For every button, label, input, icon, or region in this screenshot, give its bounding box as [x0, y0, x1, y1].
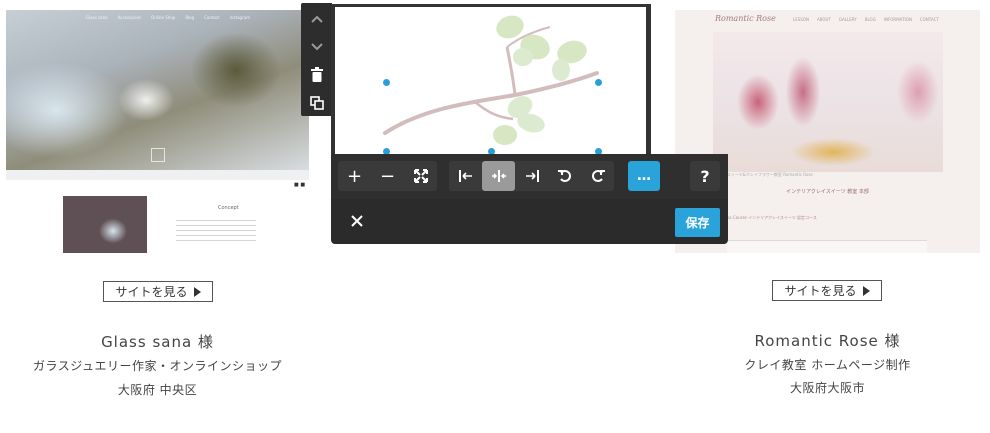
delete-button[interactable] — [301, 61, 332, 88]
save-button[interactable]: 保存 — [675, 208, 720, 237]
image-toolbar: + − … ? 保存 — [331, 154, 728, 244]
align-right-button[interactable] — [515, 161, 548, 191]
toolbar-actions-row: + − … ? — [331, 154, 728, 199]
resize-handle[interactable] — [383, 79, 390, 86]
concept-heading: Concept — [218, 205, 239, 211]
chevron-up-icon — [310, 15, 323, 23]
nav-item: Online Shop — [151, 15, 176, 20]
nav-item: Blog — [185, 15, 195, 20]
nav-item: INFORMATION — [883, 17, 912, 22]
client-location: 大阪府 中央区 — [117, 383, 198, 397]
concept-section: Concept — [6, 180, 309, 253]
client-description: ガラスジュエリー作家・オンラインショップ — [33, 359, 282, 373]
play-arrow-icon — [193, 286, 201, 297]
chevron-down-icon — [310, 42, 323, 50]
image-editor-frame — [331, 4, 651, 156]
nav-item: Accessories — [117, 15, 142, 20]
move-down-button[interactable] — [301, 33, 332, 60]
nav-item: LESSON — [793, 17, 809, 22]
client-name: Glass sana 様 — [101, 333, 214, 351]
undo-button[interactable] — [548, 161, 581, 191]
zoom-group: + − — [338, 161, 437, 191]
duplicate-button[interactable] — [301, 89, 332, 116]
glass-sana-screenshot[interactable]: Glass sana Accessories Online Shop Blog … — [6, 10, 309, 253]
close-icon — [351, 215, 363, 227]
hero-caption: クレイスイーツ&クレイフラワー教室 Romantic Rose — [715, 172, 813, 177]
move-up-button[interactable] — [301, 5, 332, 32]
block-side-toolbar — [301, 3, 332, 116]
image-canvas[interactable] — [335, 7, 646, 156]
client-description: クレイ教室 ホームページ制作 — [744, 358, 911, 372]
help-button[interactable]: ? — [690, 161, 720, 191]
align-center-button[interactable] — [482, 161, 515, 191]
zoom-out-button[interactable]: − — [371, 161, 404, 191]
view-site-button-glass-sana[interactable]: サイトを見る — [103, 281, 213, 302]
redo-button[interactable] — [581, 161, 614, 191]
site-nav: Glass sana Accessories Online Shop Blog … — [86, 15, 250, 20]
nav-item: Glass sana — [86, 15, 108, 20]
site-nav: LESSON ABOUT GALLERY BLOG INFORMATION CO… — [793, 17, 939, 22]
expand-icon — [413, 169, 428, 183]
align-right-icon — [525, 170, 539, 182]
nav-item: Contact — [204, 15, 220, 20]
hero-image — [713, 32, 943, 172]
hero-image: Glass sana Accessories Online Shop Blog … — [6, 10, 309, 170]
align-left-icon — [458, 170, 472, 182]
nav-item: BLOG — [864, 17, 876, 22]
more-options-button[interactable]: … — [628, 161, 660, 191]
product-photo — [63, 196, 147, 253]
undo-icon — [557, 170, 571, 182]
align-group — [449, 161, 614, 191]
content-box — [727, 240, 927, 253]
fit-button[interactable] — [404, 161, 437, 191]
nav-item: GALLERY — [838, 17, 857, 22]
copy-icon — [309, 95, 324, 110]
client-location: 大阪府大阪市 — [789, 381, 865, 395]
align-left-button[interactable] — [449, 161, 482, 191]
nav-item: Instagram — [229, 15, 251, 20]
site-logo-icon — [151, 148, 165, 162]
play-arrow-icon — [862, 285, 870, 296]
section-subheading: Diploma Course インテリアクレイスイーツ 認定コース — [715, 215, 817, 220]
view-site-button-romantic-rose[interactable]: サイトを見る — [772, 280, 882, 301]
resize-handle[interactable] — [595, 79, 602, 86]
social-icons: ■ ■ — [294, 182, 306, 188]
nav-item: CONTACT — [919, 17, 939, 22]
client-name: Romantic Rose 様 — [754, 332, 901, 350]
site-logo: Romantic Rose — [715, 14, 776, 23]
view-site-label: サイトを見る — [784, 284, 857, 298]
view-site-label: サイトを見る — [115, 285, 188, 299]
text-lines — [176, 220, 256, 245]
zoom-in-button[interactable]: + — [338, 161, 371, 191]
close-button[interactable] — [346, 210, 368, 232]
trash-icon — [310, 67, 323, 82]
nav-item: ABOUT — [816, 17, 831, 22]
redo-icon — [591, 170, 605, 182]
align-center-icon — [491, 170, 506, 182]
